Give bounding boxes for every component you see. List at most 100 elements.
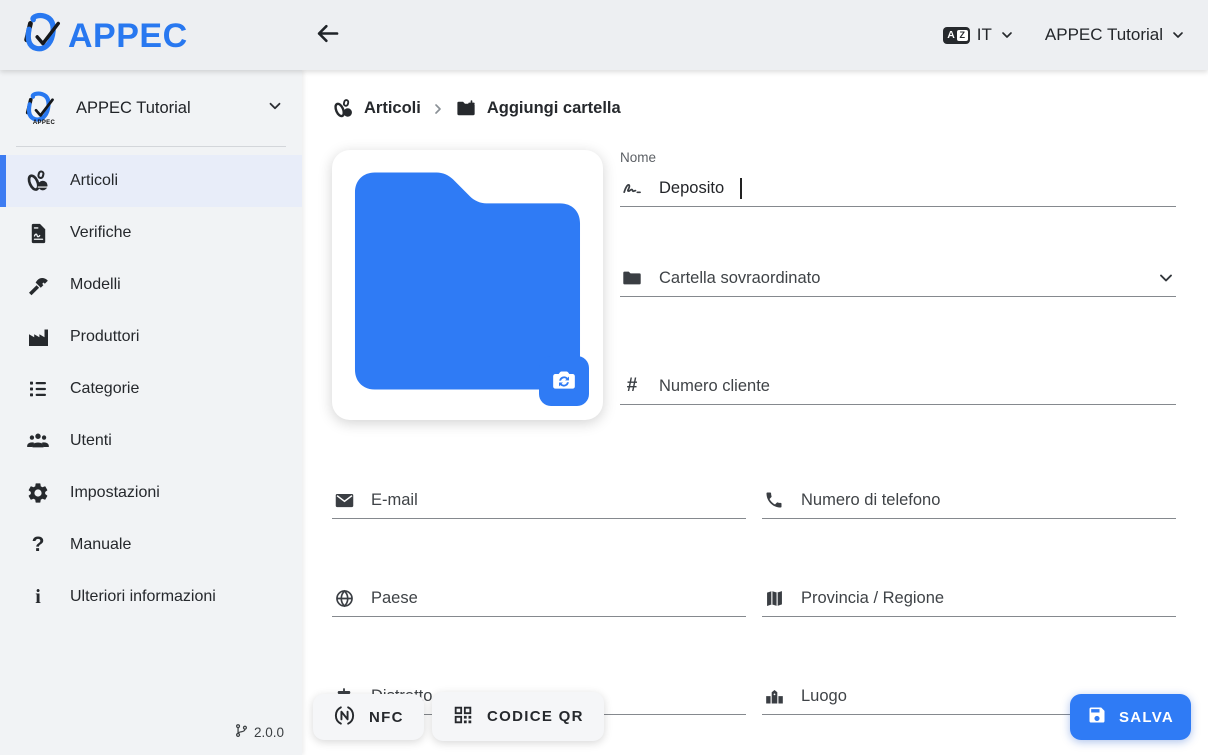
sidebar-item-ulteriori-informazioni[interactable]: i Ulteriori informazioni	[0, 571, 302, 623]
region-input[interactable]: Provincia / Regione	[762, 580, 1176, 617]
appec-logo[interactable]: APPEC	[18, 11, 188, 62]
map-icon	[762, 588, 786, 609]
camera-refresh-icon	[551, 367, 577, 396]
language-selector[interactable]: A Z IT	[943, 25, 1015, 45]
save-button-label: SALVA	[1119, 709, 1174, 726]
name-label: Nome	[620, 150, 656, 165]
email-placeholder: E-mail	[371, 491, 418, 510]
folder-icon	[620, 267, 644, 289]
nfc-button-label: NFC	[369, 709, 404, 726]
appec-logo-icon	[18, 11, 64, 62]
name-value: Deposito	[659, 179, 724, 198]
account-label: APPEC Tutorial	[1045, 25, 1163, 45]
sidebar-item-modelli[interactable]: Modelli	[0, 259, 302, 311]
nfc-icon	[333, 704, 356, 731]
appec-mini-logo-icon: APPEC	[20, 90, 58, 126]
phone-icon	[762, 490, 786, 510]
sidebar-item-label: Produttori	[70, 328, 139, 346]
sidebar-item-label: Verifiche	[70, 224, 131, 242]
question-icon: ?	[25, 533, 51, 557]
text-cursor	[740, 178, 742, 199]
phone-input[interactable]: Numero di telefono	[762, 482, 1176, 519]
chevron-right-icon	[430, 101, 446, 117]
sidebar-item-verifiche[interactable]: Verifiche	[0, 207, 302, 259]
breadcrumb-parent-label: Articoli	[364, 99, 421, 118]
sidebar-item-label: Impostazioni	[70, 484, 160, 502]
folder-image-card[interactable]	[332, 150, 603, 420]
header-actions: A Z IT APPEC Tutorial	[943, 0, 1186, 70]
chevron-down-icon	[1156, 268, 1176, 288]
sidebar-nav: Articoli Verifiche	[0, 155, 302, 623]
hammer-icon	[25, 272, 51, 298]
qr-code-button[interactable]: CODICE QR	[432, 692, 604, 741]
qr-button-label: CODICE QR	[487, 708, 584, 725]
factory-icon	[25, 324, 51, 350]
hash-icon: #	[620, 375, 644, 397]
sidebar-item-impostazioni[interactable]: Impostazioni	[0, 467, 302, 519]
signature-icon	[620, 177, 644, 199]
chevron-down-icon	[266, 97, 284, 120]
users-icon	[25, 428, 51, 454]
customer-number-input[interactable]: # Numero cliente	[620, 368, 1176, 405]
customer-number-placeholder: Numero cliente	[659, 377, 770, 396]
country-placeholder: Paese	[371, 589, 418, 608]
main-content: Articoli Aggiungi cartella	[302, 70, 1208, 755]
gear-icon	[25, 480, 51, 506]
document-check-icon	[25, 220, 51, 246]
breadcrumb: Articoli Aggiungi cartella	[332, 97, 621, 120]
change-photo-button[interactable]	[539, 356, 589, 406]
phone-placeholder: Numero di telefono	[801, 491, 940, 510]
chevron-down-icon	[999, 27, 1015, 43]
city-icon	[762, 686, 786, 707]
sidebar: APPEC APPEC Tutorial Articoli	[0, 70, 302, 755]
sidebar-item-label: Articoli	[70, 172, 118, 190]
breadcrumb-current: Aggiungi cartella	[455, 97, 621, 120]
list-icon	[25, 376, 51, 402]
sidebar-item-manuale[interactable]: ? Manuale	[0, 519, 302, 571]
climbing-gear-icon	[25, 168, 51, 194]
sidebar-item-categorie[interactable]: Categorie	[0, 363, 302, 415]
name-input[interactable]: Deposito	[620, 170, 1176, 207]
git-branch-icon	[234, 723, 249, 741]
qr-code-icon	[452, 704, 474, 730]
back-button[interactable]	[312, 20, 342, 50]
globe-icon	[332, 588, 356, 609]
sidebar-item-label: Manuale	[70, 536, 131, 554]
place-placeholder: Luogo	[801, 687, 847, 706]
sidebar-item-label: Utenti	[70, 432, 112, 450]
save-icon	[1087, 705, 1107, 729]
arrow-left-icon	[314, 20, 341, 50]
sidebar-item-produttori[interactable]: Produttori	[0, 311, 302, 363]
workspace-switcher[interactable]: APPEC APPEC Tutorial	[0, 70, 302, 136]
version-number: 2.0.0	[254, 725, 284, 740]
sidebar-item-articoli[interactable]: Articoli	[0, 155, 302, 207]
sidebar-divider	[16, 146, 286, 147]
envelope-icon	[332, 490, 356, 511]
appec-logo-text: APPEC	[68, 17, 188, 56]
sidebar-item-label: Modelli	[70, 276, 121, 294]
sidebar-item-label: Ulteriori informazioni	[70, 588, 216, 606]
breadcrumb-articoli[interactable]: Articoli	[332, 97, 421, 120]
appec-mini-logo-caption: APPEC	[33, 120, 55, 126]
nfc-button[interactable]: NFC	[313, 694, 424, 740]
parent-folder-placeholder: Cartella sovraordinato	[659, 269, 820, 288]
info-icon: i	[25, 586, 51, 609]
save-button[interactable]: SALVA	[1070, 694, 1191, 740]
climbing-gear-icon	[332, 97, 355, 120]
sidebar-item-label: Categorie	[70, 380, 139, 398]
sidebar-item-utenti[interactable]: Utenti	[0, 415, 302, 467]
language-code: IT	[977, 25, 992, 45]
account-menu[interactable]: APPEC Tutorial	[1045, 25, 1186, 45]
workspace-label: APPEC Tutorial	[76, 99, 191, 118]
chevron-down-icon	[1170, 27, 1186, 43]
top-header: APPEC A Z IT APPEC Tutorial	[0, 0, 1208, 70]
parent-folder-select[interactable]: Cartella sovraordinato	[620, 260, 1176, 297]
region-placeholder: Provincia / Regione	[801, 589, 944, 608]
translate-icon: A Z	[943, 27, 970, 44]
breadcrumb-current-label: Aggiungi cartella	[487, 99, 621, 118]
app-root: APPEC A Z IT APPEC Tutorial	[0, 0, 1208, 755]
email-input[interactable]: E-mail	[332, 482, 746, 519]
app-version: 2.0.0	[234, 723, 284, 741]
folder-plus-icon	[455, 97, 478, 120]
country-input[interactable]: Paese	[332, 580, 746, 617]
